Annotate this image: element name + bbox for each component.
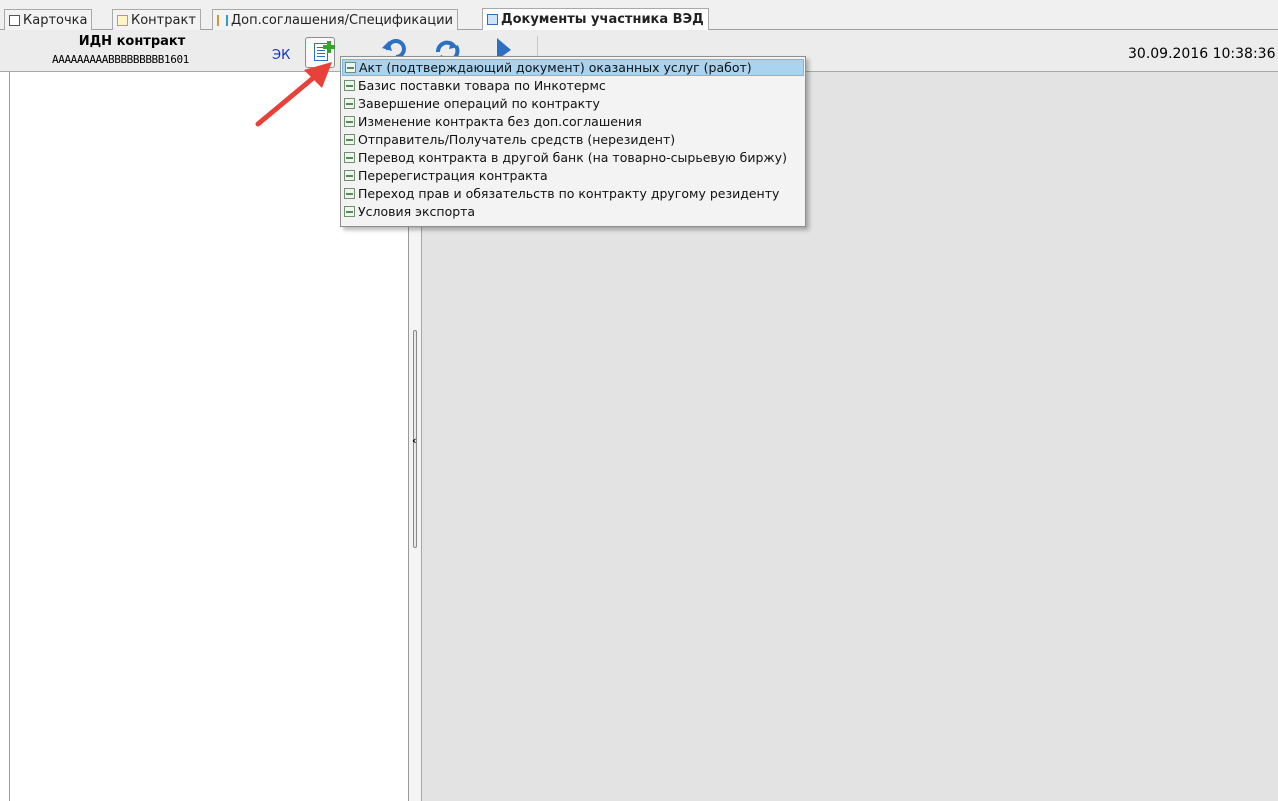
menu-item-transfer[interactable]: Перевод контракта в другой банк (на това… bbox=[342, 149, 804, 166]
checklist-icon bbox=[9, 14, 20, 26]
menu-item-completion[interactable]: Завершение операций по контракту bbox=[342, 95, 804, 112]
menu-item-label: Условия экспорта bbox=[358, 204, 476, 219]
menu-item-change[interactable]: Изменение контракта без доп.соглашения bbox=[342, 113, 804, 130]
chart-icon bbox=[217, 14, 228, 26]
documents-icon bbox=[487, 14, 498, 25]
menu-item-sender[interactable]: Отправитель/Получатель средств (нерезиде… bbox=[342, 131, 804, 148]
document-icon bbox=[344, 80, 355, 91]
document-icon bbox=[344, 98, 355, 109]
document-icon bbox=[344, 188, 355, 199]
datetime: 30.09.2016 10:38:36 bbox=[1128, 46, 1276, 62]
document-icon bbox=[344, 152, 355, 163]
document-icon bbox=[344, 116, 355, 127]
annotation-arrow-icon bbox=[255, 62, 332, 127]
menu-item-incoterms[interactable]: Базис поставки товара по Инкотермс bbox=[342, 77, 804, 94]
menu-item-label: Акт (подтверждающий документ) оказанных … bbox=[359, 60, 752, 75]
menu-item-label: Перевод контракта в другой банк (на това… bbox=[358, 150, 787, 165]
menu-item-rights-transfer[interactable]: Переход прав и обязательств по контракту… bbox=[342, 185, 804, 202]
menu-item-reregistration[interactable]: Перерегистрация контракта bbox=[342, 167, 804, 184]
contract-id-block: ИДН контракт AAAAAAAAABBBBBBBBB1601 bbox=[8, 30, 260, 72]
tab-documents[interactable]: Документы участника ВЭД bbox=[482, 8, 709, 30]
tab-label: Карточка bbox=[23, 12, 88, 28]
document-icon bbox=[345, 62, 356, 73]
tab-label: Доп.соглашения/Спецификации bbox=[231, 12, 453, 28]
tab-contract[interactable]: Контракт bbox=[112, 9, 201, 30]
menu-item-label: Завершение операций по контракту bbox=[358, 96, 600, 111]
menu-item-act[interactable]: Акт (подтверждающий документ) оказанных … bbox=[342, 59, 804, 76]
contract-id-title: ИДН контракт bbox=[78, 34, 186, 49]
menu-item-label: Отправитель/Получатель средств (нерезиде… bbox=[358, 132, 676, 147]
add-document-menu: Акт (подтверждающий документ) оказанных … bbox=[340, 56, 806, 227]
document-icon bbox=[344, 170, 355, 181]
contract-id-value: AAAAAAAAABBBBBBBBB1601 bbox=[52, 53, 189, 66]
menu-item-label: Изменение контракта без доп.соглашения bbox=[358, 114, 642, 129]
tab-card[interactable]: Карточка bbox=[4, 9, 93, 30]
menu-item-export-terms[interactable]: Условия экспорта bbox=[342, 203, 804, 220]
tab-label: Контракт bbox=[131, 12, 196, 28]
menu-item-label: Перерегистрация контракта bbox=[358, 168, 548, 183]
tab-bar: Карточка Контракт Доп.соглашения/Специфи… bbox=[0, 0, 1278, 30]
menu-item-label: Базис поставки товара по Инкотермс bbox=[358, 78, 606, 93]
document-icon bbox=[344, 134, 355, 145]
collapse-arrow-icon[interactable]: ‹ bbox=[412, 434, 417, 447]
menu-item-label: Переход прав и обязательств по контракту… bbox=[358, 186, 780, 201]
tab-supplementary[interactable]: Доп.соглашения/Спецификации bbox=[212, 9, 458, 30]
tab-label: Документы участника ВЭД bbox=[501, 12, 704, 27]
document-icon bbox=[344, 206, 355, 217]
contract-icon bbox=[117, 14, 128, 26]
